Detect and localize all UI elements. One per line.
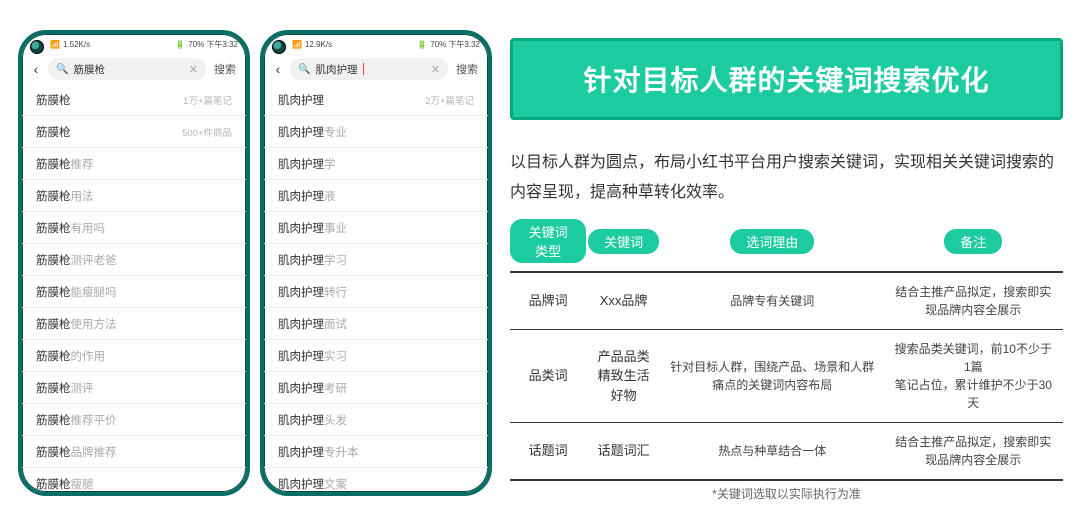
- suggestion-item[interactable]: 筋膜枪推荐: [22, 148, 246, 180]
- search-query-text: 筋膜枪: [73, 62, 105, 77]
- suggestion-item[interactable]: 筋膜枪1万+篇笔记: [22, 84, 246, 116]
- cell: 品类词: [510, 330, 586, 423]
- phone-right: 📶12.9K/s 🔋70% 下午3:32 ‹ 🔍 肌肉护理 ✕ 搜索 肌肉护理2万…: [260, 30, 492, 496]
- suggestion-item[interactable]: 筋膜枪500+件商品: [22, 116, 246, 148]
- status-bar: 📶12.9K/s 🔋70% 下午3:32: [264, 34, 488, 52]
- suggestion-item[interactable]: 肌肉护理专升本: [264, 436, 488, 468]
- phone-mockups: 📶1.52K/s 🔋70% 下午3:32 ‹ 🔍筋膜枪 ✕ 搜索 筋膜枪1万+篇…: [18, 30, 492, 496]
- cell: 品牌词: [510, 272, 586, 330]
- suggestion-item[interactable]: 肌肉护理文案: [264, 468, 488, 496]
- search-query-text: 肌肉护理: [315, 62, 357, 77]
- right-column: 针对目标人群的关键词搜索优化 以目标人群为圆点，布局小红书平台用户搜索关键词，实…: [510, 30, 1063, 502]
- suggestion-item[interactable]: 肌肉护理头发: [264, 404, 488, 436]
- battery-icon: 🔋: [417, 40, 427, 49]
- table-row: 话题词话题词汇热点与种草结合一体结合主推产品拟定，搜索即实现品牌内容全展示: [510, 423, 1063, 481]
- suggestion-item[interactable]: 肌肉护理实习: [264, 340, 488, 372]
- header-note: 备注: [944, 229, 1002, 254]
- search-input[interactable]: 🔍 筋膜枪 ✕: [48, 58, 206, 80]
- suggestion-item[interactable]: 肌肉护理学: [264, 148, 488, 180]
- cell: 结合主推产品拟定，搜索即实现品牌内容全展示: [884, 272, 1063, 330]
- network-speed: 12.9K/s: [305, 40, 332, 49]
- battery-icon: 🔋: [175, 40, 185, 49]
- keyword-table: 关键词类型 关键词 选词理由 备注 品牌词Xxx品牌品牌专有关键词结合主推产品拟…: [510, 215, 1063, 481]
- back-icon[interactable]: ‹: [272, 61, 284, 77]
- suggestion-item[interactable]: 筋膜枪能瘦腿吗: [22, 276, 246, 308]
- clear-icon[interactable]: ✕: [189, 63, 198, 76]
- suggestion-item[interactable]: 肌肉护理专业: [264, 116, 488, 148]
- search-bar: ‹ 🔍 筋膜枪 ✕ 搜索: [30, 56, 238, 82]
- time-battery: 70% 下午3:32: [188, 39, 238, 50]
- signal-icon: 📶: [50, 40, 60, 49]
- header-keyword: 关键词: [588, 229, 659, 254]
- search-bar: ‹ 🔍 肌肉护理 ✕ 搜索: [272, 56, 480, 82]
- suggestion-item[interactable]: 肌肉护理面试: [264, 308, 488, 340]
- search-button[interactable]: 搜索: [454, 61, 480, 77]
- cell: 话题词: [510, 423, 586, 481]
- suggestion-item[interactable]: 筋膜枪有用吗: [22, 212, 246, 244]
- table-row: 品类词产品品类 精致生活好物针对目标人群，围绕产品、场景和人群痛点的关键词内容布…: [510, 330, 1063, 423]
- suggestion-item[interactable]: 筋膜枪的作用: [22, 340, 246, 372]
- description-text: 以目标人群为圆点，布局小红书平台用户搜索关键词，实现相关关键词搜索的内容呈现，提…: [510, 148, 1063, 207]
- suggestion-item[interactable]: 肌肉护理液: [264, 180, 488, 212]
- suggestion-item[interactable]: 肌肉护理事业: [264, 212, 488, 244]
- cell: 搜索品类关键词，前10不少于1篇 笔记占位，累计维护不少于30天: [884, 330, 1063, 423]
- phone-left: 📶1.52K/s 🔋70% 下午3:32 ‹ 🔍 筋膜枪 ✕ 搜索 筋膜枪1万+篇…: [18, 30, 250, 496]
- cell: 话题词汇: [586, 423, 661, 481]
- suggestion-item[interactable]: 肌肉护理学习: [264, 244, 488, 276]
- search-icon: 🔍: [298, 64, 310, 75]
- suggestion-list: 筋膜枪1万+篇笔记筋膜枪500+件商品筋膜枪推荐筋膜枪用法筋膜枪有用吗筋膜枪测评…: [22, 84, 246, 496]
- suggestion-item[interactable]: 筋膜枪瘦腿: [22, 468, 246, 496]
- header-type: 关键词类型: [510, 219, 586, 263]
- suggestion-list: 肌肉护理2万+篇笔记肌肉护理专业肌肉护理学肌肉护理液肌肉护理事业肌肉护理学习肌肉…: [264, 84, 488, 496]
- status-bar: 📶1.52K/s 🔋70% 下午3:32: [22, 34, 246, 52]
- suggestion-item[interactable]: 筋膜枪测评老爸: [22, 244, 246, 276]
- suggestion-item[interactable]: 筋膜枪品牌推荐: [22, 436, 246, 468]
- search-input[interactable]: 🔍 肌肉护理 ✕: [290, 58, 448, 80]
- network-speed: 1.52K/s: [63, 40, 90, 49]
- cell: 品牌专有关键词: [661, 272, 884, 330]
- signal-icon: 📶: [292, 40, 302, 49]
- cell: 针对目标人群，围绕产品、场景和人群痛点的关键词内容布局: [661, 330, 884, 423]
- text-cursor-icon: [363, 63, 364, 75]
- back-icon[interactable]: ‹: [30, 61, 42, 77]
- search-button[interactable]: 搜索: [212, 61, 238, 77]
- suggestion-item[interactable]: 肌肉护理转行: [264, 276, 488, 308]
- suggestion-item[interactable]: 肌肉护理考研: [264, 372, 488, 404]
- suggestion-item[interactable]: 肌肉护理2万+篇笔记: [264, 84, 488, 116]
- clear-icon[interactable]: ✕: [431, 63, 440, 76]
- table-row: 品牌词Xxx品牌品牌专有关键词结合主推产品拟定，搜索即实现品牌内容全展示: [510, 272, 1063, 330]
- suggestion-item[interactable]: 筋膜枪测评: [22, 372, 246, 404]
- camera-notch-icon: [272, 40, 286, 54]
- cell: 结合主推产品拟定，搜索即实现品牌内容全展示: [884, 423, 1063, 481]
- camera-notch-icon: [30, 40, 44, 54]
- cell: Xxx品牌: [586, 272, 661, 330]
- time-battery: 70% 下午3:32: [430, 39, 480, 50]
- table-footnote: *关键词选取以实际执行为准: [510, 485, 1063, 502]
- suggestion-item[interactable]: 筋膜枪推荐平价: [22, 404, 246, 436]
- title-banner: 针对目标人群的关键词搜索优化: [510, 38, 1063, 120]
- suggestion-item[interactable]: 筋膜枪用法: [22, 180, 246, 212]
- suggestion-item[interactable]: 筋膜枪使用方法: [22, 308, 246, 340]
- cell: 产品品类 精致生活好物: [586, 330, 661, 423]
- search-icon: 🔍: [56, 64, 68, 75]
- cell: 热点与种草结合一体: [661, 423, 884, 481]
- header-reason: 选词理由: [730, 229, 814, 254]
